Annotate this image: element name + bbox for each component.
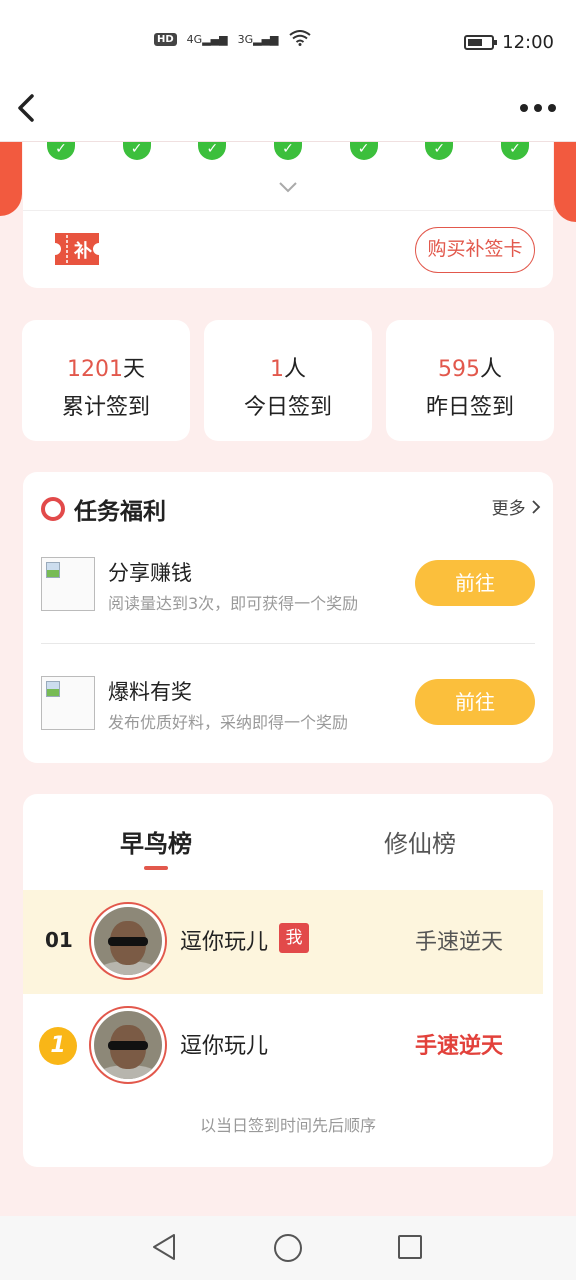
avatar	[89, 1006, 167, 1084]
task-name: 爆料有奖	[108, 680, 192, 704]
stat-value: 595	[437, 357, 480, 382]
task-item-share: 分享赚钱 阅读量达到3次，即可获得一个奖励 前往	[41, 557, 535, 617]
tab-early-bird[interactable]: 早鸟榜	[120, 824, 192, 859]
task-desc: 发布优质好料，采纳即得一个奖励	[108, 713, 349, 732]
sign-in-card: ✓ ✓ ✓ ✓ ✓ ✓ ✓ 补 购买补签卡	[23, 142, 553, 288]
task-header: 任务福利	[41, 492, 166, 526]
me-badge: 我	[279, 923, 309, 953]
network-status: HD 4G▂▄▆ 3G▂▄▆	[154, 30, 311, 49]
stat-unit: 天	[122, 357, 145, 382]
tab-indicator	[144, 866, 168, 870]
ranking-card: 早鸟榜 修仙榜 01 逗你玩儿 我 手速逆天 1 逗你玩儿 手速逆天 以当日签到…	[23, 794, 553, 1167]
stat-label: 累计签到	[61, 395, 150, 420]
sign-in-days: ✓ ✓ ✓ ✓ ✓ ✓ ✓	[47, 142, 529, 160]
stat-total-days: 1201天 累计签到	[22, 320, 190, 441]
rank-title: 手速逆天	[414, 1034, 503, 1059]
expand-chevron-icon[interactable]	[278, 178, 298, 197]
check-icon: ✓	[349, 142, 378, 160]
buy-makeup-card-button[interactable]: 购买补签卡	[415, 227, 535, 273]
check-icon: ✓	[273, 142, 302, 160]
more-dots-icon[interactable]	[518, 90, 558, 130]
stat-label: 昨日签到	[425, 395, 514, 420]
user-name: 逗你玩儿	[180, 1034, 269, 1059]
more-label: 更多	[491, 499, 526, 519]
check-icon: ✓	[198, 142, 227, 160]
makeup-card-icon: 补	[51, 231, 103, 267]
nav-recent-icon[interactable]	[398, 1235, 422, 1259]
stat-today: 1人 今日签到	[204, 320, 372, 441]
check-icon: ✓	[47, 142, 75, 160]
check-icon: ✓	[425, 142, 454, 160]
header-decoration-left	[0, 142, 22, 216]
clock: 12:00	[502, 32, 554, 53]
status-right: 12:00	[464, 32, 554, 53]
stat-yesterday: 595人 昨日签到	[386, 320, 554, 441]
go-button[interactable]: 前往	[415, 679, 535, 725]
ranking-row[interactable]: 1 逗你玩儿 手速逆天	[23, 994, 543, 1098]
nav-home-icon[interactable]	[274, 1234, 302, 1262]
task-name: 分享赚钱	[108, 561, 192, 585]
ranking-footnote: 以当日签到时间先后顺序	[199, 1116, 376, 1135]
rank-title: 手速逆天	[414, 930, 503, 955]
check-icon: ✓	[500, 142, 529, 160]
divider	[23, 210, 553, 211]
stat-unit: 人	[283, 357, 306, 382]
medal-first-icon: 1	[39, 1027, 77, 1065]
stat-value: 1201	[66, 357, 123, 382]
broken-image-icon	[41, 557, 95, 611]
back-icon[interactable]	[14, 90, 54, 130]
battery-icon	[464, 35, 498, 50]
stat-value: 1	[269, 357, 284, 382]
task-item-report: 爆料有奖 发布优质好料，采纳即得一个奖励 前往	[41, 676, 535, 736]
status-bar: HD 4G▂▄▆ 3G▂▄▆ 12:00	[0, 0, 576, 86]
makeup-card-label: 补	[73, 240, 92, 262]
hd-indicator: HD	[154, 33, 177, 46]
signal-3g-icon: 3G▂▄▆	[237, 33, 279, 46]
wifi-icon	[288, 30, 311, 49]
signal-4g-icon: 4G▂▄▆	[186, 33, 228, 46]
rank-number: 01	[45, 928, 73, 952]
go-button[interactable]: 前往	[415, 560, 535, 606]
ranking-row-me[interactable]: 01 逗你玩儿 我 手速逆天	[23, 890, 543, 994]
top-nav	[0, 86, 576, 142]
ring-icon	[41, 497, 65, 521]
user-name: 逗你玩儿	[180, 930, 269, 955]
more-link[interactable]: 更多	[492, 494, 541, 519]
stat-unit: 人	[479, 357, 502, 382]
divider	[41, 643, 535, 644]
chevron-right-icon	[532, 500, 541, 514]
nav-back-icon[interactable]	[150, 1232, 178, 1266]
tab-immortal[interactable]: 修仙榜	[384, 824, 456, 859]
header-decoration-right	[554, 142, 576, 222]
stat-label: 今日签到	[243, 395, 332, 420]
task-card: 任务福利 更多 分享赚钱 阅读量达到3次，即可获得一个奖励 前往 爆料有奖 发布…	[23, 472, 553, 763]
task-desc: 阅读量达到3次，即可获得一个奖励	[108, 594, 359, 613]
system-nav-bar	[0, 1216, 576, 1280]
check-icon: ✓	[122, 142, 151, 160]
broken-image-icon	[41, 676, 95, 730]
avatar	[89, 902, 167, 980]
task-title: 任务福利	[74, 499, 166, 525]
